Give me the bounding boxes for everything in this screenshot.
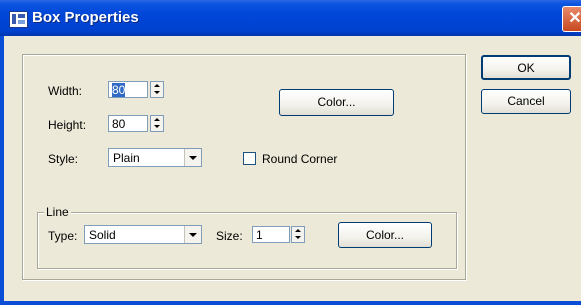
line-type-dropdown-button[interactable] (184, 226, 201, 243)
line-size-label: Size: (216, 229, 243, 243)
title-bar[interactable]: Box Properties ✕ (0, 0, 581, 36)
spin-down-icon (154, 125, 160, 128)
spin-up-icon (154, 118, 160, 121)
round-corner-label[interactable]: Round Corner (262, 152, 337, 166)
cancel-button[interactable]: Cancel (481, 89, 571, 114)
spin-down-icon (154, 91, 160, 94)
height-spinner[interactable] (150, 115, 164, 132)
height-input[interactable]: 80 (108, 115, 148, 132)
height-label: Height: (48, 118, 87, 132)
line-type-select[interactable]: Solid (84, 225, 202, 244)
line-size-spin-down[interactable] (292, 234, 304, 241)
width-spinner[interactable] (150, 81, 164, 98)
line-size-value: 1 (256, 228, 263, 242)
box-properties-icon (9, 11, 28, 28)
round-corner-checkbox[interactable] (243, 152, 256, 165)
window-title: Box Properties (32, 9, 139, 26)
chevron-down-icon (189, 233, 197, 237)
style-dropdown-button[interactable] (184, 149, 201, 166)
height-value: 80 (112, 117, 126, 131)
close-button[interactable]: ✕ (562, 6, 581, 32)
style-select[interactable]: Plain (108, 148, 202, 167)
window-frame-bottom (0, 301, 581, 305)
chevron-down-icon (189, 156, 197, 160)
width-label: Width: (48, 84, 83, 98)
spin-down-icon (295, 236, 301, 239)
style-label: Style: (48, 152, 79, 166)
height-spin-down[interactable] (151, 123, 163, 130)
line-size-spinner[interactable] (291, 226, 305, 243)
line-color-button[interactable]: Color... (338, 222, 432, 248)
line-type-value: Solid (89, 228, 116, 242)
style-value: Plain (113, 151, 140, 165)
width-spin-down[interactable] (151, 89, 163, 96)
line-type-label: Type: (48, 229, 78, 243)
line-size-input[interactable]: 1 (252, 226, 290, 243)
width-value: 80 (112, 83, 126, 97)
window-frame-left (0, 36, 4, 305)
width-input[interactable]: 80 (108, 81, 148, 98)
spin-up-icon (154, 84, 160, 87)
close-icon: ✕ (568, 10, 581, 27)
spin-up-icon (295, 229, 301, 232)
line-group-title: Line (44, 205, 71, 219)
box-color-button[interactable]: Color... (279, 89, 394, 116)
ok-button[interactable]: OK (481, 55, 571, 80)
